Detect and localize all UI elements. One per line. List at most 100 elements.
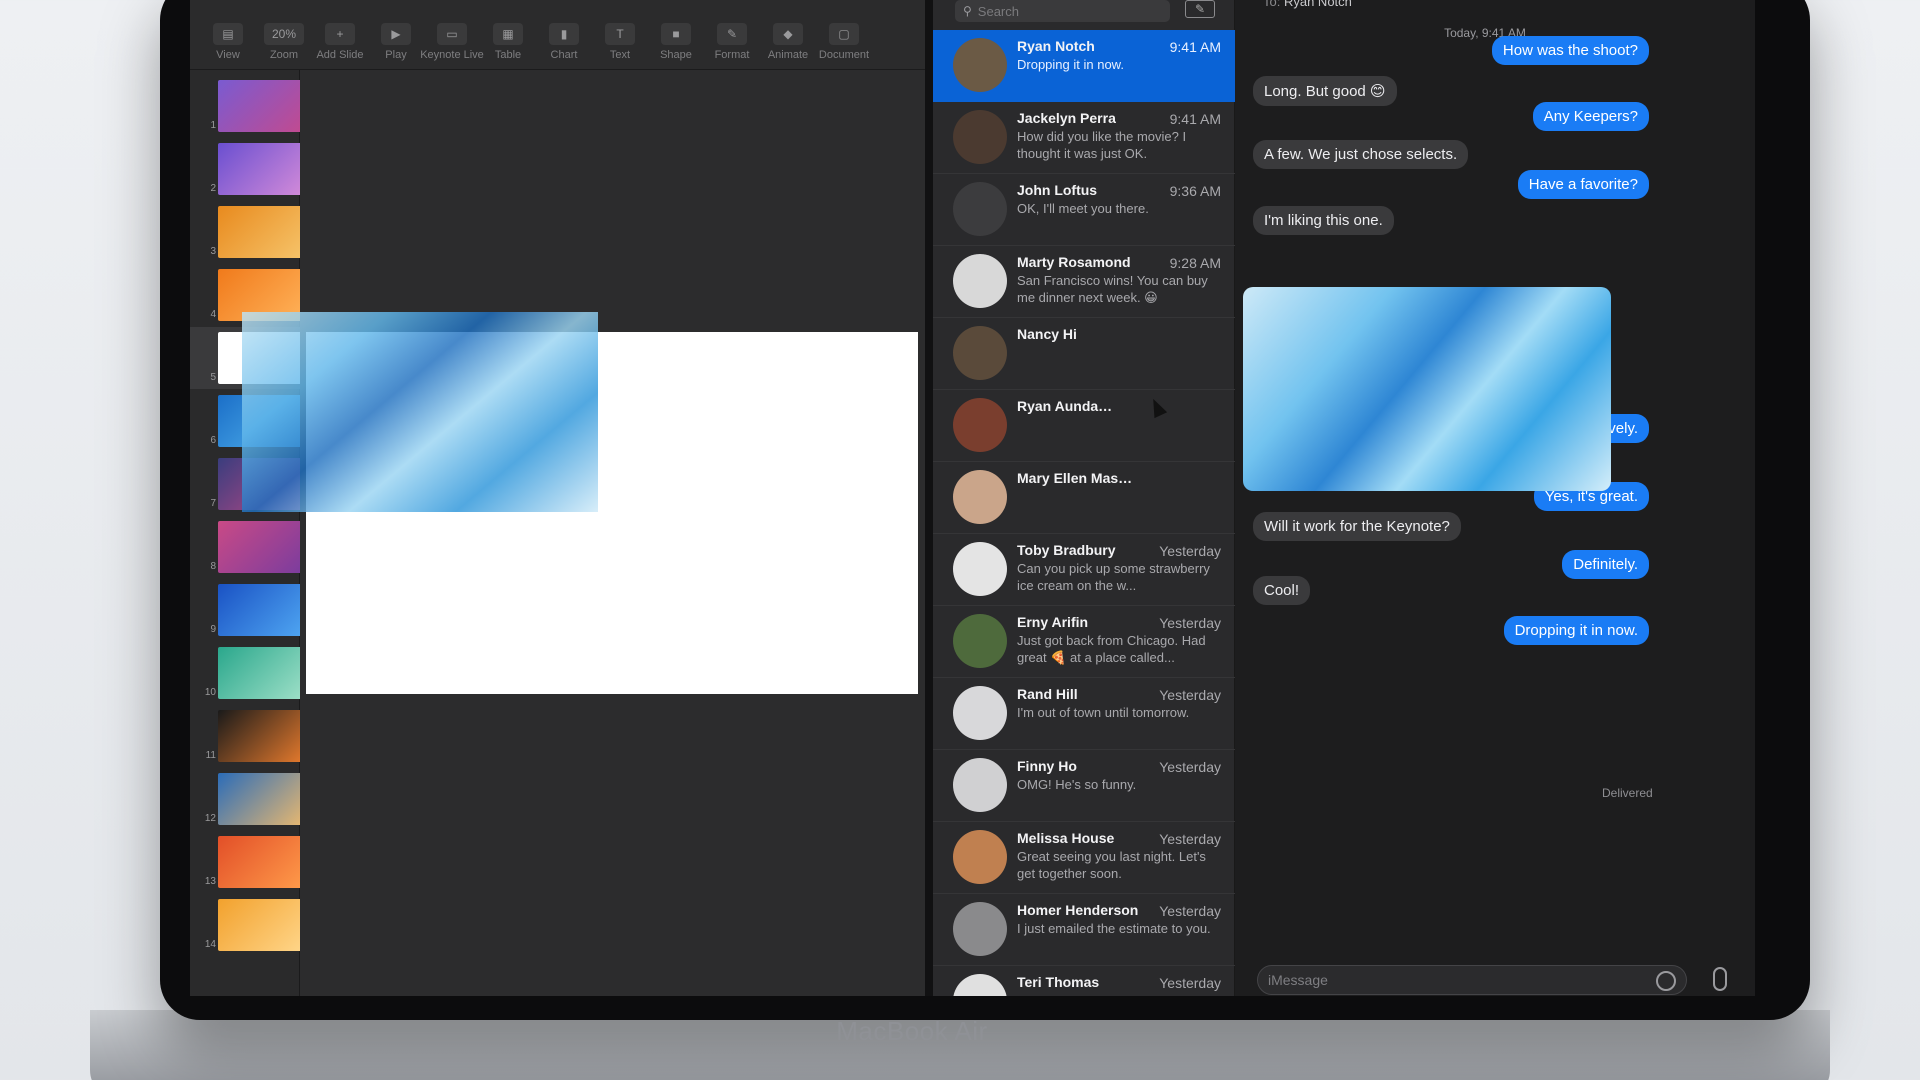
toolbar-label: Text — [609, 49, 631, 61]
slide-number: 12 — [204, 813, 216, 824]
message-preview: How did you like the movie? I thought it… — [1017, 129, 1187, 161]
slide-thumbnail[interactable] — [218, 584, 304, 636]
sent-message-bubble[interactable]: Dropping it in now. — [1503, 616, 1649, 645]
toolbar-view-button[interactable]: ▤ View — [202, 23, 254, 61]
conversation-row[interactable]: Jackelyn Perra 9:41 AM How did you like th… — [933, 102, 1235, 174]
shape-icon: ■ — [661, 23, 691, 45]
toolbar-animate-button[interactable]: ◆ Animate — [762, 23, 814, 61]
slide-number: 8 — [210, 561, 216, 572]
split-view-divider[interactable] — [925, 0, 933, 996]
conversation-row[interactable]: Marty Rosamond 9:28 AM San Francisco wins!… — [933, 246, 1235, 318]
conversation-row[interactable]: Ryan Aunda… — [933, 390, 1235, 462]
toolbar-label: Chart — [550, 49, 578, 61]
message-input-bar[interactable] — [1257, 965, 1687, 995]
avatar — [953, 398, 1007, 452]
slide-canvas[interactable] — [300, 70, 925, 996]
message-time: Yesterday — [1159, 687, 1221, 703]
message-time: Yesterday — [1159, 903, 1221, 919]
conversation-row[interactable]: Erny Arifin Yesterday Just got back from C… — [933, 606, 1235, 678]
image-message[interactable] — [1243, 287, 1611, 491]
conversation-row[interactable]: Mary Ellen Mas… — [933, 462, 1235, 534]
avatar — [953, 470, 1007, 524]
slide-thumbnail[interactable] — [218, 773, 304, 825]
search-field[interactable]: ⚲ — [955, 0, 1170, 22]
format-icon: ✎ — [717, 23, 747, 45]
conversation-row[interactable]: Toby Bradbury Yesterday Can you pick up so… — [933, 534, 1235, 606]
toolbar-chart-button[interactable]: ▮ Chart — [538, 23, 590, 61]
delivered-status: Delivered — [1602, 786, 1653, 800]
message-preview: Can you pick up some strawberry ice crea… — [1017, 561, 1210, 593]
emoji-icon[interactable] — [1656, 971, 1676, 991]
avatar — [953, 902, 1007, 956]
avatar — [953, 758, 1007, 812]
received-message-bubble[interactable]: I'm liking this one. — [1253, 206, 1394, 235]
slide-thumbnail[interactable] — [218, 647, 304, 699]
received-message-bubble[interactable]: Will it work for the Keynote? — [1253, 512, 1461, 541]
sent-message-bubble[interactable]: How was the shoot? — [1491, 36, 1649, 65]
slide-navigator: 1 2 3 4 5 6 7 8 9 10 11 12 13 14 — [190, 70, 304, 996]
conversation-row[interactable]: John Loftus 9:36 AM OK, I'll meet you ther… — [933, 174, 1235, 246]
dragged-image-preview[interactable] — [242, 312, 598, 512]
toolbar-shape-button[interactable]: ■ Shape — [650, 23, 702, 61]
slide-thumbnail[interactable] — [218, 143, 304, 195]
microphone-icon[interactable] — [1713, 967, 1727, 991]
toolbar-document-button[interactable]: ▢ Document — [818, 23, 870, 61]
play-icon: ▶ — [381, 23, 411, 45]
slide-number: 2 — [210, 183, 216, 194]
received-message-bubble[interactable]: A few. We just chose selects. — [1253, 140, 1469, 169]
toolbar-label: Table — [494, 49, 522, 61]
sent-message-bubble[interactable]: Have a favorite? — [1517, 170, 1649, 199]
slide-number: 3 — [210, 246, 216, 257]
message-preview: I just emailed the estimate to you. — [1017, 921, 1211, 936]
toolbar-text-button[interactable]: T Text — [594, 23, 646, 61]
slide-thumbnail[interactable] — [218, 521, 304, 573]
conversation-row[interactable]: Finny Ho Yesterday OMG! He's so funny. — [933, 750, 1235, 822]
conversation-row[interactable]: Homer Henderson Yesterday I just emailed t… — [933, 894, 1235, 966]
received-message-bubble[interactable]: Long. But good 😊 — [1253, 76, 1397, 106]
message-time: 9:41 AM — [1169, 39, 1221, 55]
messages-window: ⚲ ✎ Ryan Notch 9:41 AM Dropping it in now.… — [933, 0, 1755, 996]
avatar — [953, 38, 1007, 92]
sent-message-bubble[interactable]: Definitely. — [1562, 550, 1649, 579]
slide-number: 4 — [210, 309, 216, 320]
slide-number: 9 — [210, 624, 216, 635]
message-input[interactable] — [1268, 972, 1628, 988]
toolbar-label: Keynote Live — [420, 49, 484, 61]
toolbar-add-slide-button[interactable]: + Add Slide — [314, 23, 366, 61]
search-input[interactable] — [977, 3, 1148, 19]
toolbar-play-button[interactable]: ▶ Play — [370, 23, 422, 61]
avatar — [953, 110, 1007, 164]
avatar — [953, 830, 1007, 884]
slide-thumbnail[interactable] — [218, 836, 304, 888]
slide-thumbnail[interactable] — [218, 899, 304, 951]
avatar — [953, 182, 1007, 236]
avatar — [953, 542, 1007, 596]
add-slide-icon: + — [325, 23, 355, 45]
laptop-brand-label: MacBook Air — [836, 1016, 988, 1046]
avatar — [953, 974, 1007, 996]
slide-thumbnail[interactable] — [218, 80, 304, 132]
slide-number: 13 — [204, 876, 216, 887]
toolbar-format-button[interactable]: ✎ Format — [706, 23, 758, 61]
compose-button[interactable]: ✎ — [1185, 0, 1215, 18]
conversation-row[interactable]: Teri Thomas Yesterday — [933, 966, 1235, 996]
screen: ▤ View 20% Zoom + Add Slide ▶ Play ▭ Keynote Live… — [190, 0, 1755, 996]
message-time: Yesterday — [1159, 759, 1221, 775]
contact-name: Mary Ellen Mas… — [1017, 470, 1133, 486]
slide-thumbnail[interactable] — [218, 710, 304, 762]
message-preview: San Francisco wins! You can buy me dinne… — [1017, 273, 1208, 305]
received-message-bubble[interactable]: Cool! — [1253, 576, 1311, 605]
avatar — [953, 686, 1007, 740]
document-icon: ▢ — [829, 23, 859, 45]
slide-thumbnail[interactable] — [218, 206, 304, 258]
toolbar-keynote-live-button[interactable]: ▭ Keynote Live — [420, 23, 484, 61]
message-preview: OK, I'll meet you there. — [1017, 201, 1149, 216]
sent-message-bubble[interactable]: Any Keepers? — [1532, 102, 1649, 131]
conversation-row[interactable]: Nancy Hi — [933, 318, 1235, 390]
conversation-row[interactable]: Ryan Notch 9:41 AM Dropping it in now. — [933, 30, 1235, 102]
contact-name: Ryan Aunda… — [1017, 398, 1113, 414]
conversation-row[interactable]: Rand Hill Yesterday I'm out of town until … — [933, 678, 1235, 750]
toolbar-zoom-button[interactable]: 20% Zoom — [258, 23, 310, 61]
conversation-row[interactable]: Melissa House Yesterday Great seeing you l… — [933, 822, 1235, 894]
toolbar-table-button[interactable]: ▦ Table — [482, 23, 534, 61]
